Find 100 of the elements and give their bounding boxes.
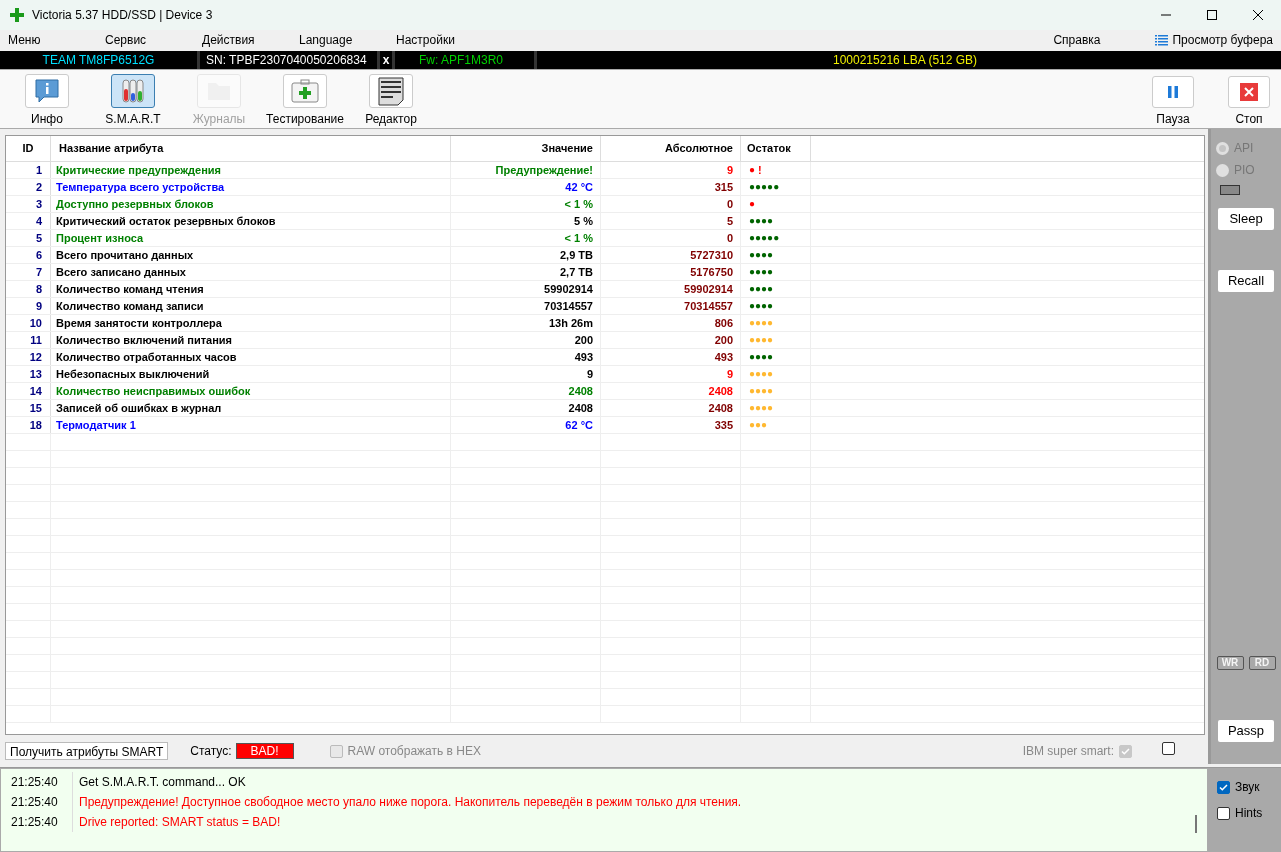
column-header[interactable]: Абсолютное xyxy=(601,136,741,161)
column-header[interactable]: Значение xyxy=(451,136,601,161)
table-cell: Количество команд чтения xyxy=(51,281,451,297)
binary-document-icon xyxy=(376,76,406,106)
table-cell: 59902914 xyxy=(451,281,601,297)
remainder-dots: ●●●● xyxy=(749,350,774,364)
info-icon xyxy=(34,78,60,104)
table-cell: 5 % xyxy=(451,213,601,229)
indicator-light xyxy=(1220,185,1240,195)
table-row[interactable]: 11 Количество включений питания 200 200 ●●●● xyxy=(6,332,1204,349)
table-cell: 7 xyxy=(6,264,51,280)
table-cell: 70314557 xyxy=(451,298,601,314)
checkbox[interactable] xyxy=(1162,742,1175,755)
toolbar-button[interactable]: S.M.A.R.T xyxy=(92,70,174,128)
table-row[interactable]: 14 Количество неисправимых ошибок 2408 2408 ●●●● xyxy=(6,383,1204,400)
menu-item[interactable]: Language xyxy=(299,31,396,49)
close-icon xyxy=(1253,10,1263,20)
hex-checkbox[interactable] xyxy=(329,744,343,758)
side-button[interactable]: Recall xyxy=(1218,270,1274,292)
table-row[interactable]: 18 Термодатчик 1 62 °C 335 ●●● xyxy=(6,417,1204,434)
table-row[interactable]: 5 Процент износа < 1 % 0 ●●●●● xyxy=(6,230,1204,247)
table-cell: 42 °C xyxy=(451,179,601,195)
menu-item[interactable]: Настройки xyxy=(396,31,493,49)
toolbar-button[interactable]: Инфо xyxy=(6,70,88,128)
table-cell: 2408 xyxy=(451,400,601,416)
table-row[interactable]: 9 Количество команд записи 70314557 70314557 ●●●● xyxy=(6,298,1204,315)
table-row[interactable]: 10 Время занятости контроллера 13h 26m 806 ●●●● xyxy=(6,315,1204,332)
capacity-label: 1000215216 LBA (512 GB) xyxy=(833,52,978,69)
remainder-dots: ●●●● xyxy=(749,333,774,347)
table-cell: 5176750 xyxy=(601,264,741,280)
table-cell: Доступно резервных блоков xyxy=(51,196,451,212)
remainder-dots: ●●●●● xyxy=(749,180,780,194)
table-row[interactable]: 15 Записей об ошибках в журнал 2408 2408 ●●●● xyxy=(6,400,1204,417)
column-header[interactable]: Название атрибута xyxy=(51,136,451,161)
menu-item[interactable]: Сервис xyxy=(105,31,202,49)
warning-mark: ! xyxy=(758,163,762,178)
table-row[interactable]: 4 Критический остаток резервных блоков 5 % 5 ●●●● xyxy=(6,213,1204,230)
table-cell: 9 xyxy=(601,162,741,178)
table-row[interactable]: 7 Всего записано данных 2,7 TB 5176750 ●●●● xyxy=(6,264,1204,281)
menu-item[interactable]: Меню xyxy=(8,31,105,49)
remainder-dots: ●●●● xyxy=(749,299,774,313)
table-cell: 3 xyxy=(6,196,51,212)
table-row[interactable]: 2 Температура всего устройства 42 °C 315 ●●●●● xyxy=(6,179,1204,196)
test-tubes-icon xyxy=(119,77,147,105)
table-cell: Количество команд записи xyxy=(51,298,451,314)
get-smart-button[interactable]: Получить атрибуты SMART xyxy=(5,742,169,760)
table-row[interactable]: 1 Критические предупреждения Предупреждение! 9 ● ! xyxy=(6,162,1204,179)
option-checkbox[interactable] xyxy=(1217,806,1230,820)
table-row[interactable]: 13 Небезопасных выключений 9 9 ●●●● xyxy=(6,366,1204,383)
table-cell: 9 xyxy=(451,366,601,382)
menu-item[interactable]: Просмотр буфера xyxy=(1155,31,1273,49)
option-checkbox[interactable] xyxy=(1217,780,1230,794)
activity-indicator: RD xyxy=(1248,656,1276,670)
status-badge: BAD! xyxy=(235,743,294,759)
table-cell: 0 xyxy=(601,196,741,212)
radio-button[interactable] xyxy=(1216,163,1229,177)
toolbar-button[interactable]: Редактор xyxy=(350,70,432,128)
table-cell: 315 xyxy=(601,179,741,195)
option-label: Звук xyxy=(1235,779,1260,796)
menu-item[interactable]: Действия xyxy=(202,31,299,49)
remainder-dots: ●●●● xyxy=(749,367,774,381)
log-message: Drive reported: SMART status = BAD! xyxy=(78,814,281,831)
serial-number: SN: TPBF2307040050206834 xyxy=(205,52,368,69)
table-cell: 2408 xyxy=(601,383,741,399)
table-cell: 11 xyxy=(6,332,51,348)
table-cell: 14 xyxy=(6,383,51,399)
table-cell: 8 xyxy=(6,281,51,297)
table-cell: Время занятости контроллера xyxy=(51,315,451,331)
radio-button[interactable] xyxy=(1216,141,1229,155)
menu-item[interactable]: Справка xyxy=(1053,31,1101,49)
table-cell: Небезопасных выключений xyxy=(51,366,451,382)
table-cell: 2408 xyxy=(451,383,601,399)
table-cell: 493 xyxy=(451,349,601,365)
table-row[interactable]: 6 Всего прочитано данных 2,9 TB 5727310 ●●●● xyxy=(6,247,1204,264)
table-cell: 9 xyxy=(601,366,741,382)
table-row[interactable]: 12 Количество отработанных часов 493 493 ●●●● xyxy=(6,349,1204,366)
remainder-dots: ●●●● xyxy=(749,401,774,415)
column-header[interactable]: ID xyxy=(6,136,51,161)
table-cell: Количество неисправимых ошибок xyxy=(51,383,451,399)
log-message: Get S.M.A.R.T. command... OK xyxy=(78,774,246,791)
table-cell: Количество включений питания xyxy=(51,332,451,348)
side-button[interactable]: Passp xyxy=(1218,720,1274,742)
table-row[interactable]: 8 Количество команд чтения 59902914 59902914 ●●●● xyxy=(6,281,1204,298)
table-cell: 12 xyxy=(6,349,51,365)
table-row[interactable]: 3 Доступно резервных блоков < 1 % 0 ● xyxy=(6,196,1204,213)
table-cell: 4 xyxy=(6,213,51,229)
window-title: Victoria 5.37 HDD/SSD | Device 3 xyxy=(32,7,213,24)
side-button[interactable]: Sleep xyxy=(1218,208,1274,230)
log-time: 21:25:40 xyxy=(1,792,73,812)
column-header[interactable]: Остаток xyxy=(741,136,811,161)
first-aid-kit-icon xyxy=(290,78,320,104)
table-cell: Всего записано данных xyxy=(51,264,451,280)
toolbar-button[interactable]: Тестирование xyxy=(264,70,346,128)
remainder-dots: ●●●● xyxy=(749,316,774,330)
ibm-checkbox[interactable] xyxy=(1119,744,1132,758)
table-cell: Записей об ошибках в журнал xyxy=(51,400,451,416)
table-cell: Температура всего устройства xyxy=(51,179,451,195)
table-cell: < 1 % xyxy=(451,230,601,246)
table-cell: 9 xyxy=(6,298,51,314)
table-cell: 0 xyxy=(601,230,741,246)
